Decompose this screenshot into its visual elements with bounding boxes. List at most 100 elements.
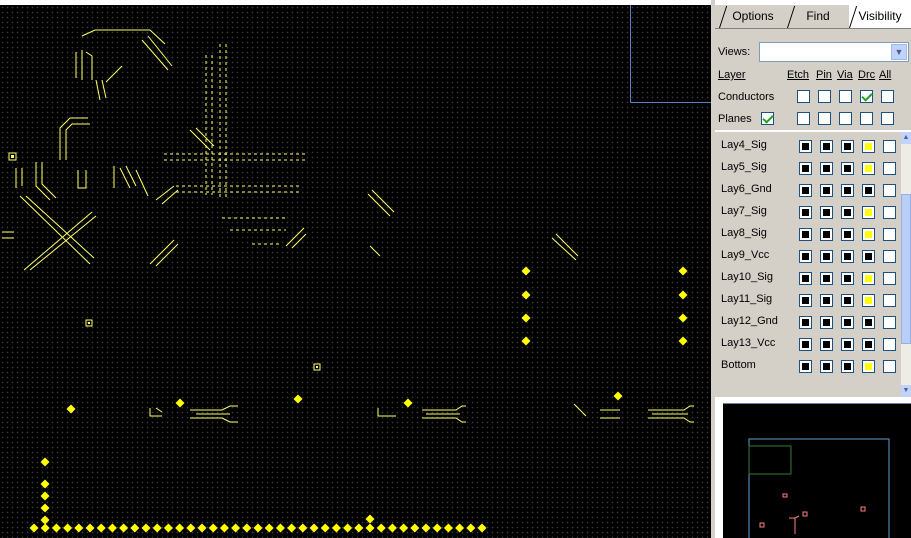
layer-all-toggle[interactable] [883,316,896,329]
trace [75,50,93,80]
layer-pin-toggle[interactable] [820,206,833,219]
layer-pin-toggle[interactable] [820,360,833,373]
layer-all-toggle[interactable] [883,140,896,153]
pad [197,523,207,533]
layer-via-toggle[interactable] [841,250,854,263]
layer-etch-toggle[interactable] [799,272,812,285]
conductors-all-checkbox[interactable] [881,90,894,103]
layer-etch-toggle[interactable] [799,316,812,329]
conductors-etch-checkbox[interactable] [797,90,810,103]
layer-drc-toggle[interactable] [862,360,875,373]
layer-drc-toggle[interactable] [862,294,875,307]
conductors-drc-checkbox[interactable] [860,90,873,103]
layer-all-toggle[interactable] [883,228,896,241]
column-drc[interactable]: Drc [858,69,875,81]
layer-pin-toggle[interactable] [820,250,833,263]
trace [135,169,149,197]
layer-all-toggle[interactable] [883,250,896,263]
layer-pin-toggle[interactable] [820,228,833,241]
layer-etch-toggle[interactable] [799,294,812,307]
layer-etch-toggle[interactable] [799,228,812,241]
layer-etch-toggle[interactable] [799,338,812,351]
layer-via-toggle[interactable] [841,294,854,307]
layer-etch-toggle[interactable] [799,360,812,373]
scroll-up-icon[interactable]: ▲ [901,132,911,144]
layer-via-toggle[interactable] [841,162,854,175]
layer-drc-toggle[interactable] [862,206,875,219]
layer-all-toggle[interactable] [883,338,896,351]
world-view-minimap[interactable] [723,403,911,538]
canvas-top-edge [0,0,711,5]
pad [331,523,341,533]
layer-drc-toggle[interactable] [862,272,875,285]
layer-drc-toggle[interactable] [862,140,875,153]
pcb-canvas[interactable] [0,0,711,538]
column-pin[interactable]: Pin [816,69,832,81]
layer-via-toggle[interactable] [841,272,854,285]
layer-drc-toggle[interactable] [862,162,875,175]
scroll-down-icon[interactable]: ▼ [901,385,911,397]
pad [29,523,39,533]
layer-row: Lay8_Sig [715,223,901,245]
column-via[interactable]: Via [837,69,853,81]
layer-etch-toggle[interactable] [799,250,812,263]
planes-etch-checkbox[interactable] [797,112,810,125]
layer-pin-toggle[interactable] [820,140,833,153]
pad [163,523,173,533]
trace [422,405,466,423]
layer-drc-toggle[interactable] [862,228,875,241]
layer-drc-toggle[interactable] [862,250,875,263]
layer-pin-toggle[interactable] [820,272,833,285]
layer-etch-toggle[interactable] [799,206,812,219]
layer-drc-toggle[interactable] [862,184,875,197]
pad [521,336,531,346]
planes-main-checkbox[interactable] [761,112,774,125]
layer-via-toggle[interactable] [841,316,854,329]
views-dropdown[interactable]: ▼ [759,42,909,62]
conductors-via-checkbox[interactable] [839,90,852,103]
layer-pin-toggle[interactable] [820,162,833,175]
layer-pin-toggle[interactable] [820,316,833,329]
layer-list-scrollbar[interactable]: ▲ ▼ [901,132,911,397]
layer-drc-toggle[interactable] [862,338,875,351]
layer-all-toggle[interactable] [883,206,896,219]
layer-etch-toggle[interactable] [799,162,812,175]
tab-find[interactable]: Find [787,5,849,28]
layer-etch-toggle[interactable] [799,184,812,197]
layer-pin-toggle[interactable] [820,184,833,197]
layer-via-toggle[interactable] [841,360,854,373]
layer-all-toggle[interactable] [883,294,896,307]
pad [63,523,73,533]
layer-via-toggle[interactable] [841,338,854,351]
tab-visibility[interactable]: Visibility [849,5,911,28]
layer-all-toggle[interactable] [883,272,896,285]
layer-via-toggle[interactable] [841,228,854,241]
layer-all-toggle[interactable] [883,162,896,175]
tab-options[interactable]: Options [719,5,787,28]
layer-all-toggle[interactable] [883,184,896,197]
pad [264,523,274,533]
planes-all-checkbox[interactable] [881,112,894,125]
layer-row: Lay9_Vcc [715,245,901,267]
layer-all-toggle[interactable] [883,360,896,373]
pad [40,503,50,513]
layer-via-toggle[interactable] [841,206,854,219]
planes-via-checkbox[interactable] [839,112,852,125]
layer-pin-toggle[interactable] [820,338,833,351]
layer-drc-toggle[interactable] [862,316,875,329]
layer-row: Lay10_Sig [715,267,901,289]
layer-etch-toggle[interactable] [799,140,812,153]
layer-via-toggle[interactable] [841,140,854,153]
conductors-pin-checkbox[interactable] [818,90,831,103]
column-all[interactable]: All [879,69,891,81]
scroll-thumb[interactable] [901,194,911,344]
layer-via-toggle[interactable] [841,184,854,197]
layer-name: Lay8_Sig [721,227,767,239]
column-etch[interactable]: Etch [787,69,809,81]
planes-drc-checkbox[interactable] [860,112,873,125]
chevron-down-icon[interactable]: ▼ [891,44,907,60]
layer-name: Lay12_Gnd [721,315,778,327]
planes-pin-checkbox[interactable] [818,112,831,125]
minimap-component [782,493,788,498]
layer-pin-toggle[interactable] [820,294,833,307]
